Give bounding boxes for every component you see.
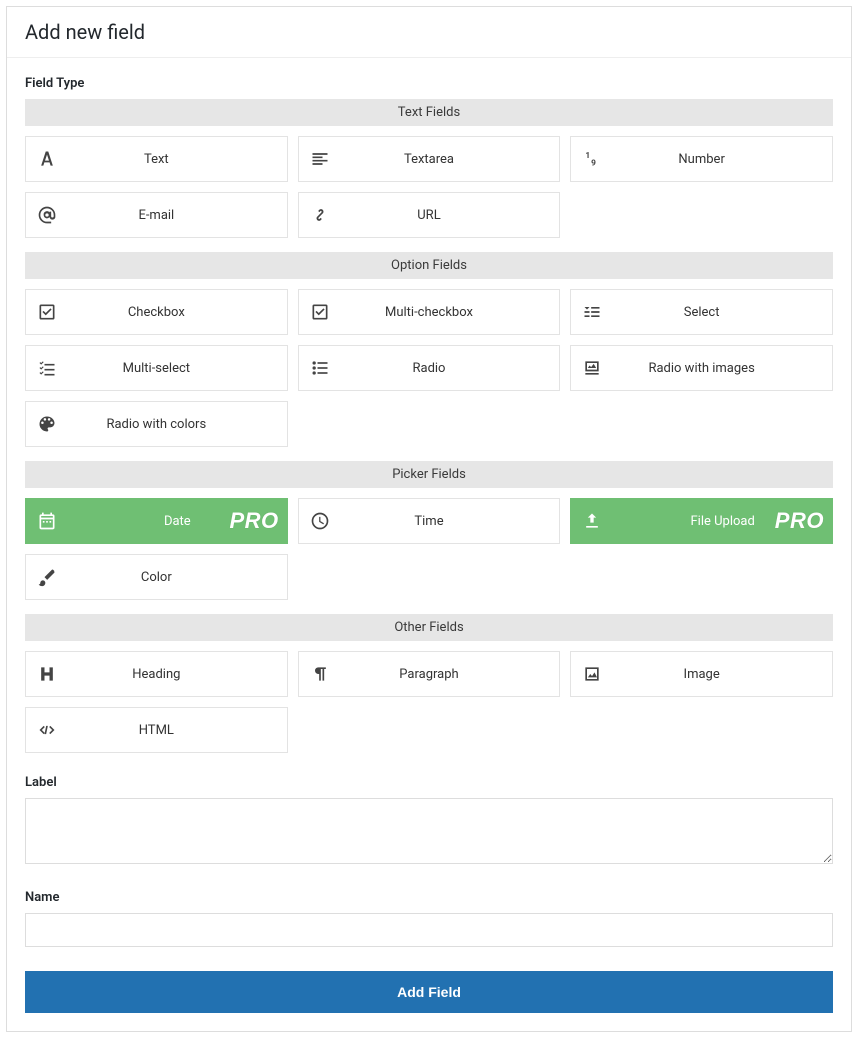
field-type-date[interactable]: Date PRO bbox=[25, 498, 288, 544]
field-type-label-text: Text bbox=[68, 152, 287, 167]
field-type-multicheckbox[interactable]: Multi-checkbox bbox=[298, 289, 561, 335]
field-type-email[interactable]: E-mail bbox=[25, 192, 288, 238]
name-heading: Name bbox=[25, 890, 833, 905]
group-header-option: Option Fields bbox=[25, 252, 833, 279]
name-block: Name bbox=[25, 890, 833, 947]
group-header-picker: Picker Fields bbox=[25, 461, 833, 488]
field-type-label-text: Heading bbox=[68, 667, 287, 682]
panel-body: Field Type Text Fields Text Textarea 19 bbox=[7, 58, 851, 1031]
brush-icon bbox=[26, 567, 68, 587]
field-type-label-text: Paragraph bbox=[341, 667, 560, 682]
select-icon bbox=[571, 302, 613, 322]
paragraph-icon bbox=[299, 664, 341, 684]
group-header-other: Other Fields bbox=[25, 614, 833, 641]
field-type-label-text: Select bbox=[613, 305, 832, 320]
pro-badge: PRO bbox=[229, 508, 278, 534]
label-block: Label bbox=[25, 775, 833, 868]
field-type-image[interactable]: Image bbox=[570, 651, 833, 697]
multi-checkbox-icon bbox=[299, 302, 341, 322]
label-heading: Label bbox=[25, 775, 833, 790]
number-icon: 19 bbox=[571, 149, 613, 169]
image-grid-icon bbox=[571, 358, 613, 378]
field-type-html[interactable]: HTML bbox=[25, 707, 288, 753]
field-type-heading[interactable]: Heading bbox=[25, 651, 288, 697]
at-icon bbox=[26, 205, 68, 225]
field-type-label-text: Color bbox=[68, 570, 287, 585]
field-type-label-text: Number bbox=[613, 152, 832, 167]
align-left-icon bbox=[299, 149, 341, 169]
group-header-text: Text Fields bbox=[25, 99, 833, 126]
code-icon bbox=[26, 720, 68, 740]
field-type-fileupload[interactable]: File Upload PRO bbox=[570, 498, 833, 544]
field-type-select[interactable]: Select bbox=[570, 289, 833, 335]
field-type-number[interactable]: 19 Number bbox=[570, 136, 833, 182]
add-field-panel: Add new field Field Type Text Fields Tex… bbox=[6, 6, 852, 1032]
field-type-label-text: Time bbox=[341, 514, 560, 529]
multi-select-icon bbox=[26, 358, 68, 378]
upload-icon bbox=[571, 511, 613, 531]
radio-list-icon bbox=[299, 358, 341, 378]
checkbox-icon bbox=[26, 302, 68, 322]
calendar-icon bbox=[26, 511, 68, 531]
grid-other: Heading Paragraph Image HTML bbox=[25, 651, 833, 753]
field-type-label-text: Checkbox bbox=[68, 305, 287, 320]
field-type-radiocolors[interactable]: Radio with colors bbox=[25, 401, 288, 447]
field-type-radio[interactable]: Radio bbox=[298, 345, 561, 391]
field-type-url[interactable]: URL bbox=[298, 192, 561, 238]
grid-option: Checkbox Multi-checkbox Select Multi-sel… bbox=[25, 289, 833, 447]
field-type-label-text: Image bbox=[613, 667, 832, 682]
name-input[interactable] bbox=[25, 913, 833, 947]
field-type-label-text: Textarea bbox=[341, 152, 560, 167]
svg-text:9: 9 bbox=[591, 159, 596, 169]
label-input[interactable] bbox=[25, 798, 833, 864]
field-type-label-text: URL bbox=[341, 208, 560, 223]
pro-badge: PRO bbox=[775, 508, 824, 534]
palette-icon bbox=[26, 414, 68, 434]
panel-title: Add new field bbox=[7, 7, 851, 58]
field-type-time[interactable]: Time bbox=[298, 498, 561, 544]
add-field-button[interactable]: Add Field bbox=[25, 971, 833, 1013]
grid-text: Text Textarea 19 Number E-mail bbox=[25, 136, 833, 238]
field-type-paragraph[interactable]: Paragraph bbox=[298, 651, 561, 697]
field-type-text[interactable]: Text bbox=[25, 136, 288, 182]
svg-text:1: 1 bbox=[586, 151, 591, 161]
field-type-multiselect[interactable]: Multi-select bbox=[25, 345, 288, 391]
link-icon bbox=[299, 205, 341, 225]
field-type-label-text: Multi-select bbox=[68, 361, 287, 376]
field-type-label-text: HTML bbox=[68, 723, 287, 738]
grid-picker: Date PRO Time File Upload PRO C bbox=[25, 498, 833, 600]
field-type-checkbox[interactable]: Checkbox bbox=[25, 289, 288, 335]
field-type-radioimages[interactable]: Radio with images bbox=[570, 345, 833, 391]
field-type-label-text: E-mail bbox=[68, 208, 287, 223]
field-type-textarea[interactable]: Textarea bbox=[298, 136, 561, 182]
field-type-label-text: Multi-checkbox bbox=[341, 305, 560, 320]
font-icon bbox=[26, 149, 68, 169]
field-type-label-text: Radio bbox=[341, 361, 560, 376]
clock-icon bbox=[299, 511, 341, 531]
image-icon bbox=[571, 664, 613, 684]
field-type-color[interactable]: Color bbox=[25, 554, 288, 600]
heading-icon bbox=[26, 664, 68, 684]
field-type-label: Field Type bbox=[25, 76, 833, 91]
field-type-label-text: Radio with images bbox=[613, 361, 832, 376]
field-type-label-text: Radio with colors bbox=[68, 417, 287, 432]
